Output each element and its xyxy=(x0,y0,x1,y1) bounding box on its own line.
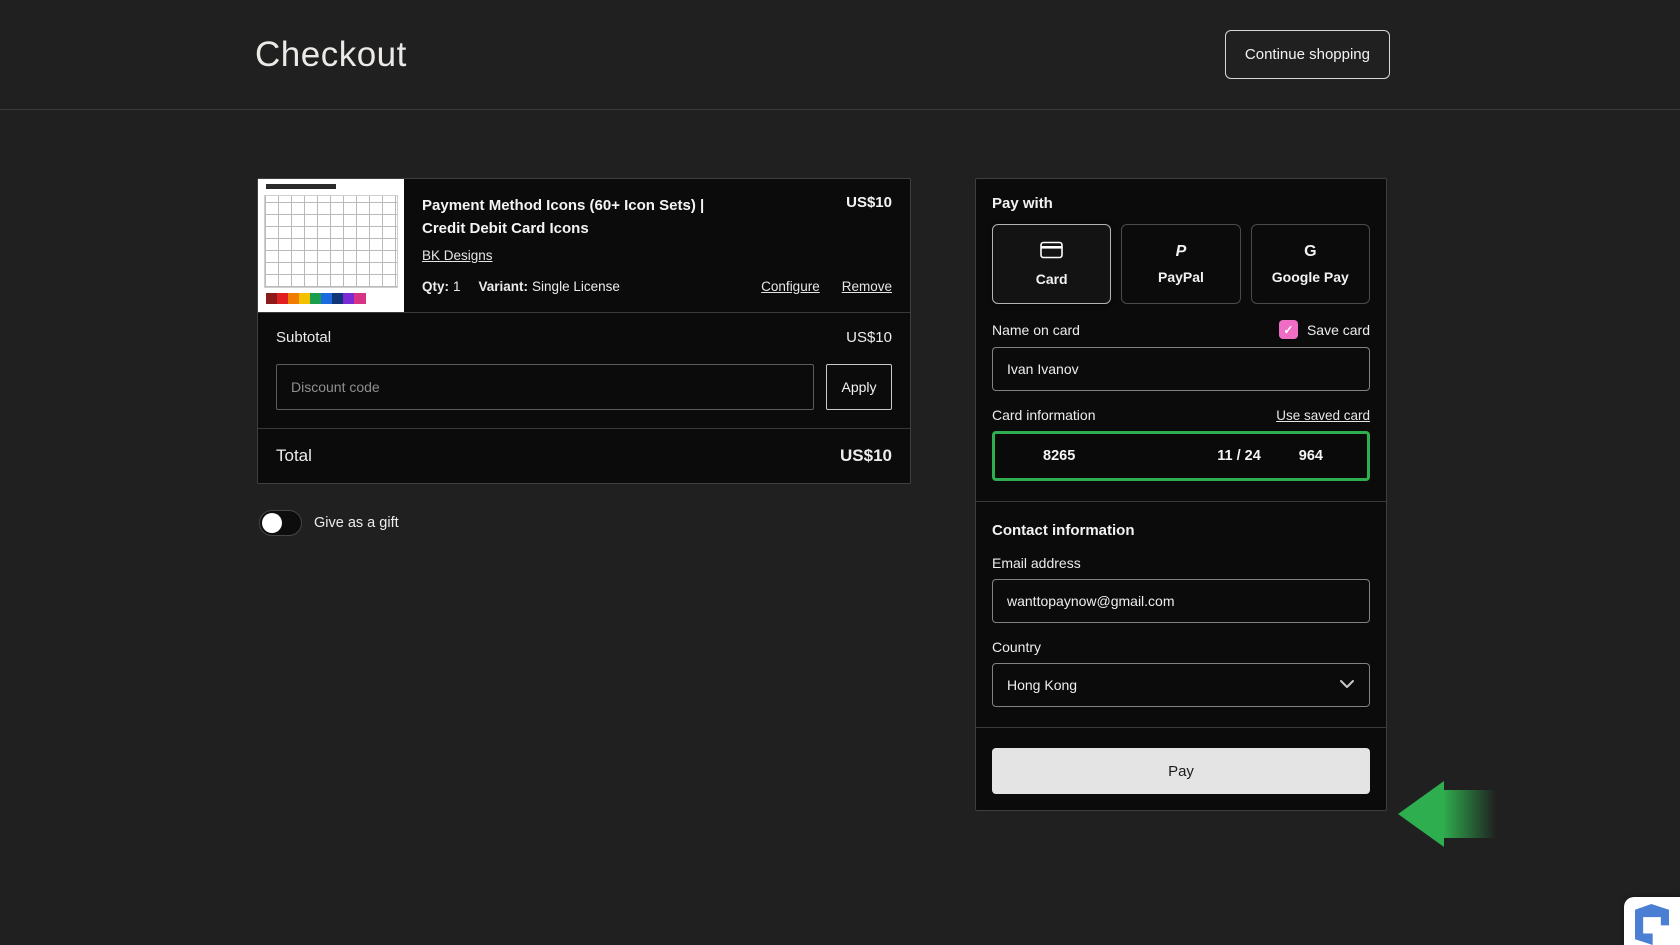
page-title: Checkout xyxy=(255,34,407,74)
total-value: US$10 xyxy=(840,446,892,465)
seller-link[interactable]: BK Designs xyxy=(422,248,493,263)
payment-method-paypal[interactable]: P PayPal xyxy=(1121,224,1241,304)
email-address-input[interactable] xyxy=(992,579,1370,623)
gift-toggle-label: Give as a gift xyxy=(314,515,399,531)
card-information-input[interactable]: 8265 11 / 24 964 xyxy=(992,431,1370,481)
variant-value: Single License xyxy=(532,278,620,294)
name-on-card-input[interactable] xyxy=(992,347,1370,391)
gift-toggle-row: Give as a gift xyxy=(257,510,911,536)
use-saved-card-link[interactable]: Use saved card xyxy=(1276,408,1370,423)
payment-method-label: PayPal xyxy=(1158,268,1204,285)
payment-method-tabs: Card P PayPal G Google Pay xyxy=(992,224,1370,304)
discount-code-input[interactable] xyxy=(276,364,814,410)
quantity-info: Qty: 1 xyxy=(422,279,461,294)
variant-info: Variant: Single License xyxy=(479,279,620,294)
annotation-arrow xyxy=(1398,781,1500,847)
product-price: US$10 xyxy=(846,194,892,211)
arrow-tail xyxy=(1443,790,1499,838)
remove-link[interactable]: Remove xyxy=(842,279,892,294)
save-card-control[interactable]: ✓ Save card xyxy=(1278,320,1370,339)
check-icon: ✓ xyxy=(1283,322,1294,337)
card-information-label: Card information xyxy=(992,407,1096,423)
payment-method-googlepay[interactable]: G Google Pay xyxy=(1250,224,1370,304)
credit-card-icon xyxy=(1040,241,1063,262)
name-on-card-label: Name on card xyxy=(992,321,1080,338)
paypal-icon: P xyxy=(1175,242,1187,260)
variant-label: Variant: xyxy=(478,278,529,294)
subtotal-value: US$10 xyxy=(846,329,892,346)
header: Checkout Continue shopping xyxy=(0,0,1680,110)
gift-toggle-knob xyxy=(262,513,282,533)
country-select[interactable]: Hong Kong xyxy=(992,663,1370,707)
card-cvc-value[interactable]: 964 xyxy=(1299,448,1323,464)
pay-button[interactable]: Pay xyxy=(992,748,1370,794)
save-card-label: Save card xyxy=(1306,321,1370,338)
total-label: Total xyxy=(276,446,312,465)
product-title: Payment Method Icons (60+ Icon Sets) | C… xyxy=(422,197,705,238)
email-address-label: Email address xyxy=(992,555,1081,571)
pay-with-title: Pay with xyxy=(992,195,1053,212)
payment-method-card[interactable]: Card xyxy=(992,224,1112,304)
recaptcha-icon xyxy=(1635,904,1669,945)
payment-column: Pay with Card P PayPal G Google Pay Name… xyxy=(975,178,1387,811)
configure-link[interactable]: Configure xyxy=(761,279,820,294)
divider xyxy=(976,727,1386,728)
cart-line-item: Payment Method Icons (60+ Icon Sets) | C… xyxy=(258,179,910,312)
qty-label: Qty: xyxy=(422,278,449,294)
country-label: Country xyxy=(992,639,1042,655)
thumbnail-color-strip xyxy=(266,293,366,304)
continue-shopping-button[interactable]: Continue shopping xyxy=(1224,30,1390,79)
card-number-value[interactable]: 8265 xyxy=(1043,448,1217,464)
apply-discount-button[interactable]: Apply xyxy=(826,364,892,410)
payment-method-label: Google Pay xyxy=(1271,268,1349,285)
chevron-down-icon xyxy=(1339,676,1355,694)
thumbnail-title-bar xyxy=(266,184,336,189)
subtotal-label: Subtotal xyxy=(276,329,332,346)
save-card-checkbox[interactable]: ✓ xyxy=(1278,320,1298,339)
country-selected-value: Hong Kong xyxy=(1007,677,1078,693)
card-expiry-value[interactable]: 11 / 24 xyxy=(1217,448,1261,464)
google-pay-icon: G xyxy=(1304,242,1317,260)
arrow-head xyxy=(1398,781,1444,847)
cart-summary-card: Payment Method Icons (60+ Icon Sets) | C… xyxy=(257,178,911,484)
qty-value: 1 xyxy=(453,278,461,294)
thumbnail-icon-grid xyxy=(264,195,398,288)
contact-information-title: Contact information xyxy=(992,522,1135,539)
payment-method-label: Card xyxy=(1035,271,1068,287)
divider xyxy=(976,501,1386,502)
product-thumbnail xyxy=(258,179,404,312)
recaptcha-badge[interactable] xyxy=(1624,897,1680,945)
cart-column: Payment Method Icons (60+ Icon Sets) | C… xyxy=(257,178,911,536)
payment-card: Pay with Card P PayPal G Google Pay Name… xyxy=(975,178,1387,811)
gift-toggle[interactable] xyxy=(259,510,302,536)
